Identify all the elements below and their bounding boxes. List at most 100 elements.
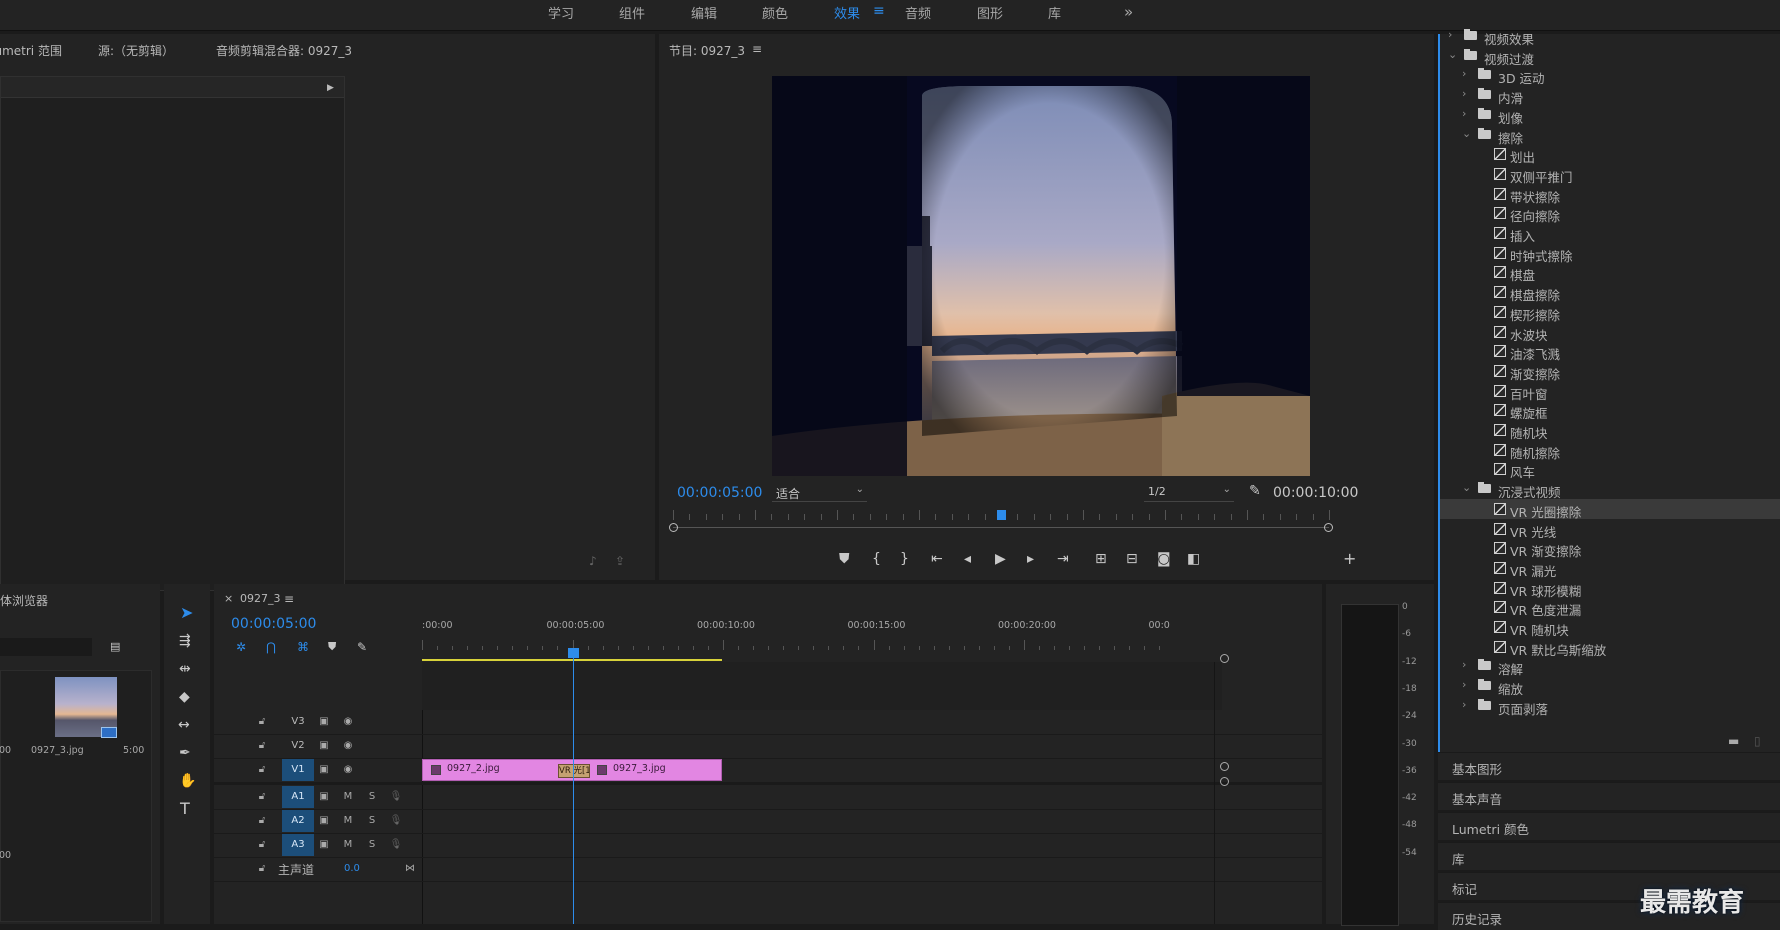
workspace-tab-color[interactable]: 颜色 bbox=[762, 3, 788, 22]
timeline-playhead[interactable] bbox=[567, 648, 579, 924]
chevron-right-icon[interactable]: › bbox=[1462, 658, 1466, 671]
effects-tree-item[interactable]: 时钟式擦除 bbox=[1440, 243, 1780, 264]
effects-tree-item[interactable]: › 溶解 bbox=[1440, 656, 1780, 677]
effects-tree-item[interactable]: 划出 bbox=[1440, 144, 1780, 165]
timeline-sequence-tab[interactable]: 0927_3 bbox=[240, 592, 281, 605]
effects-tree-item[interactable]: VR 光线 bbox=[1440, 519, 1780, 540]
lift-icon[interactable]: ⊞ bbox=[1095, 552, 1107, 566]
solo-button[interactable]: S bbox=[364, 837, 380, 853]
step-forward-icon[interactable]: ▸ bbox=[1027, 552, 1034, 566]
close-tab-icon[interactable]: × bbox=[224, 592, 233, 605]
type-tool-icon[interactable]: T bbox=[180, 801, 190, 817]
effects-tree-item[interactable]: › 3D 运动 bbox=[1440, 65, 1780, 86]
go-to-in-icon[interactable]: ⇤ bbox=[931, 552, 943, 566]
lock-icon[interactable]: 🔓︎ bbox=[254, 837, 270, 853]
effects-tree-item[interactable]: 渐变擦除 bbox=[1440, 361, 1780, 382]
toggle-sync-icon[interactable]: ▣ bbox=[316, 837, 332, 853]
razor-tool-icon[interactable]: ◆ bbox=[179, 690, 190, 704]
microphone-icon[interactable]: 🎙︎ bbox=[388, 789, 404, 805]
effects-tree-item[interactable]: VR 随机块 bbox=[1440, 617, 1780, 638]
fit-dropdown[interactable]: 适合 ⌄ bbox=[772, 483, 867, 502]
track-label[interactable]: V1 bbox=[282, 759, 314, 781]
pen-tool-icon[interactable]: ✒ bbox=[179, 746, 191, 760]
chevron-down-icon[interactable]: ⌄ bbox=[1462, 481, 1471, 494]
effects-tree-item[interactable]: › 视频效果 bbox=[1440, 26, 1780, 47]
microphone-icon[interactable]: 🎙︎ bbox=[388, 813, 404, 829]
play-icon[interactable]: ▶ bbox=[995, 552, 1006, 566]
workspace-tab-learn[interactable]: 学习 bbox=[548, 3, 574, 22]
solo-button[interactable]: S bbox=[364, 789, 380, 805]
chevron-right-icon[interactable]: › bbox=[1462, 678, 1466, 691]
toggle-sync-icon[interactable]: ▣ bbox=[316, 762, 332, 778]
extract-icon[interactable]: ⊟ bbox=[1126, 552, 1138, 566]
chevron-right-icon[interactable]: › bbox=[1462, 87, 1466, 100]
chevron-right-icon[interactable]: › bbox=[1462, 67, 1466, 80]
track-label[interactable]: V2 bbox=[282, 735, 314, 757]
selection-tool-icon[interactable]: ➤ bbox=[180, 605, 193, 621]
master-volume-value[interactable]: 0.0 bbox=[344, 863, 360, 874]
effects-tree-item[interactable]: VR 漏光 bbox=[1440, 558, 1780, 579]
mark-in-icon[interactable]: { bbox=[872, 552, 881, 566]
track-label[interactable]: A2 bbox=[282, 810, 314, 832]
effects-tree-item[interactable]: 径向擦除 bbox=[1440, 203, 1780, 224]
workspace-tab-libraries[interactable]: 库 bbox=[1048, 3, 1061, 22]
export-icon[interactable]: ⇪ bbox=[615, 554, 625, 568]
effects-tree-item[interactable]: VR 色度泄漏 bbox=[1440, 597, 1780, 618]
effects-tree-item[interactable]: 百叶窗 bbox=[1440, 381, 1780, 402]
program-playhead[interactable] bbox=[997, 510, 1006, 520]
lock-icon[interactable]: 🔓︎ bbox=[254, 813, 270, 829]
track-label[interactable]: A3 bbox=[282, 834, 314, 856]
go-to-edit-point-icon[interactable]: ⋈ bbox=[402, 861, 418, 877]
timeline-ruler[interactable]: :00:00 00:00:05:00 00:00:10:00 00:00:15:00 0… bbox=[422, 620, 1170, 660]
chevron-right-icon[interactable]: › bbox=[1448, 28, 1452, 41]
eye-icon[interactable]: ◉ bbox=[340, 738, 356, 754]
effects-tree-item[interactable]: 随机块 bbox=[1440, 420, 1780, 441]
track-select-tool-icon[interactable]: ⇶ bbox=[179, 634, 191, 648]
effects-tree-item[interactable]: ⌄ 沉浸式视频 bbox=[1440, 479, 1780, 500]
compare-view-icon[interactable]: ◧ bbox=[1187, 552, 1200, 566]
lock-icon[interactable]: 🔓︎ bbox=[254, 762, 270, 778]
effects-tree-item[interactable]: 带状擦除 bbox=[1440, 184, 1780, 205]
lock-icon[interactable]: 🔓︎ bbox=[254, 789, 270, 805]
mute-button[interactable]: M bbox=[340, 813, 356, 829]
settings-wrench-icon[interactable]: ✎ bbox=[1249, 484, 1261, 498]
panel-essential-graphics[interactable]: 基本图形 bbox=[1438, 752, 1780, 780]
go-to-out-icon[interactable]: ⇥ bbox=[1057, 552, 1069, 566]
camera-icon[interactable]: ◙ bbox=[1157, 552, 1171, 566]
tab-lumetri-scopes[interactable]: Lumetri 范围 bbox=[0, 42, 62, 59]
hand-tool-icon[interactable]: ✋ bbox=[179, 774, 196, 788]
effects-tree-item[interactable]: 随机擦除 bbox=[1440, 440, 1780, 461]
effects-tree-item[interactable]: 棋盘 bbox=[1440, 262, 1780, 283]
linked-selection-icon[interactable]: ⌘ bbox=[297, 640, 309, 654]
effects-tree-item[interactable]: VR 球形模糊 bbox=[1440, 578, 1780, 599]
panel-menu-icon[interactable]: ≡ bbox=[752, 42, 762, 56]
effects-tree-item[interactable]: › 缩放 bbox=[1440, 676, 1780, 697]
lock-icon[interactable]: 🔓︎ bbox=[254, 714, 270, 730]
effects-tree-item[interactable]: 风车 bbox=[1440, 459, 1780, 480]
ripple-edit-tool-icon[interactable]: ⇹ bbox=[179, 662, 191, 676]
media-thumbnail[interactable] bbox=[55, 677, 117, 738]
chevron-down-icon[interactable]: ⌄ bbox=[1448, 48, 1457, 61]
mute-button[interactable]: M bbox=[340, 789, 356, 805]
effects-tree-item[interactable]: › 内滑 bbox=[1440, 85, 1780, 106]
snap-magnet-icon[interactable]: ⋂ bbox=[266, 640, 276, 654]
scroll-handle-mid[interactable] bbox=[1220, 762, 1229, 771]
effects-tree-item[interactable]: 螺旋框 bbox=[1440, 400, 1780, 421]
toggle-sync-icon[interactable]: ▣ bbox=[316, 738, 332, 754]
workspace-tab-assembly[interactable]: 组件 bbox=[619, 3, 645, 22]
timeline-current-time[interactable]: 00:00:05:00 bbox=[231, 616, 316, 632]
scroll-handle-top[interactable] bbox=[1220, 654, 1229, 663]
program-current-time[interactable]: 00:00:05:00 bbox=[677, 485, 762, 501]
nest-icon[interactable]: ✲ bbox=[236, 640, 246, 654]
chevron-down-icon[interactable]: ⌄ bbox=[1462, 127, 1471, 140]
effects-tree-item[interactable]: VR 渐变擦除 bbox=[1440, 538, 1780, 559]
scrubber-out-handle[interactable] bbox=[1324, 523, 1333, 532]
eye-icon[interactable]: ◉ bbox=[340, 714, 356, 730]
add-button-icon[interactable]: + bbox=[1343, 551, 1356, 567]
program-scrubber[interactable] bbox=[669, 510, 1333, 540]
media-search-input[interactable] bbox=[0, 638, 92, 656]
media-browser-title[interactable]: 媒体浏览器 bbox=[0, 592, 48, 609]
effects-tree-item[interactable]: 水波块 bbox=[1440, 322, 1780, 343]
workspace-tab-audio[interactable]: 音频 bbox=[905, 3, 931, 22]
solo-button[interactable]: S bbox=[364, 813, 380, 829]
